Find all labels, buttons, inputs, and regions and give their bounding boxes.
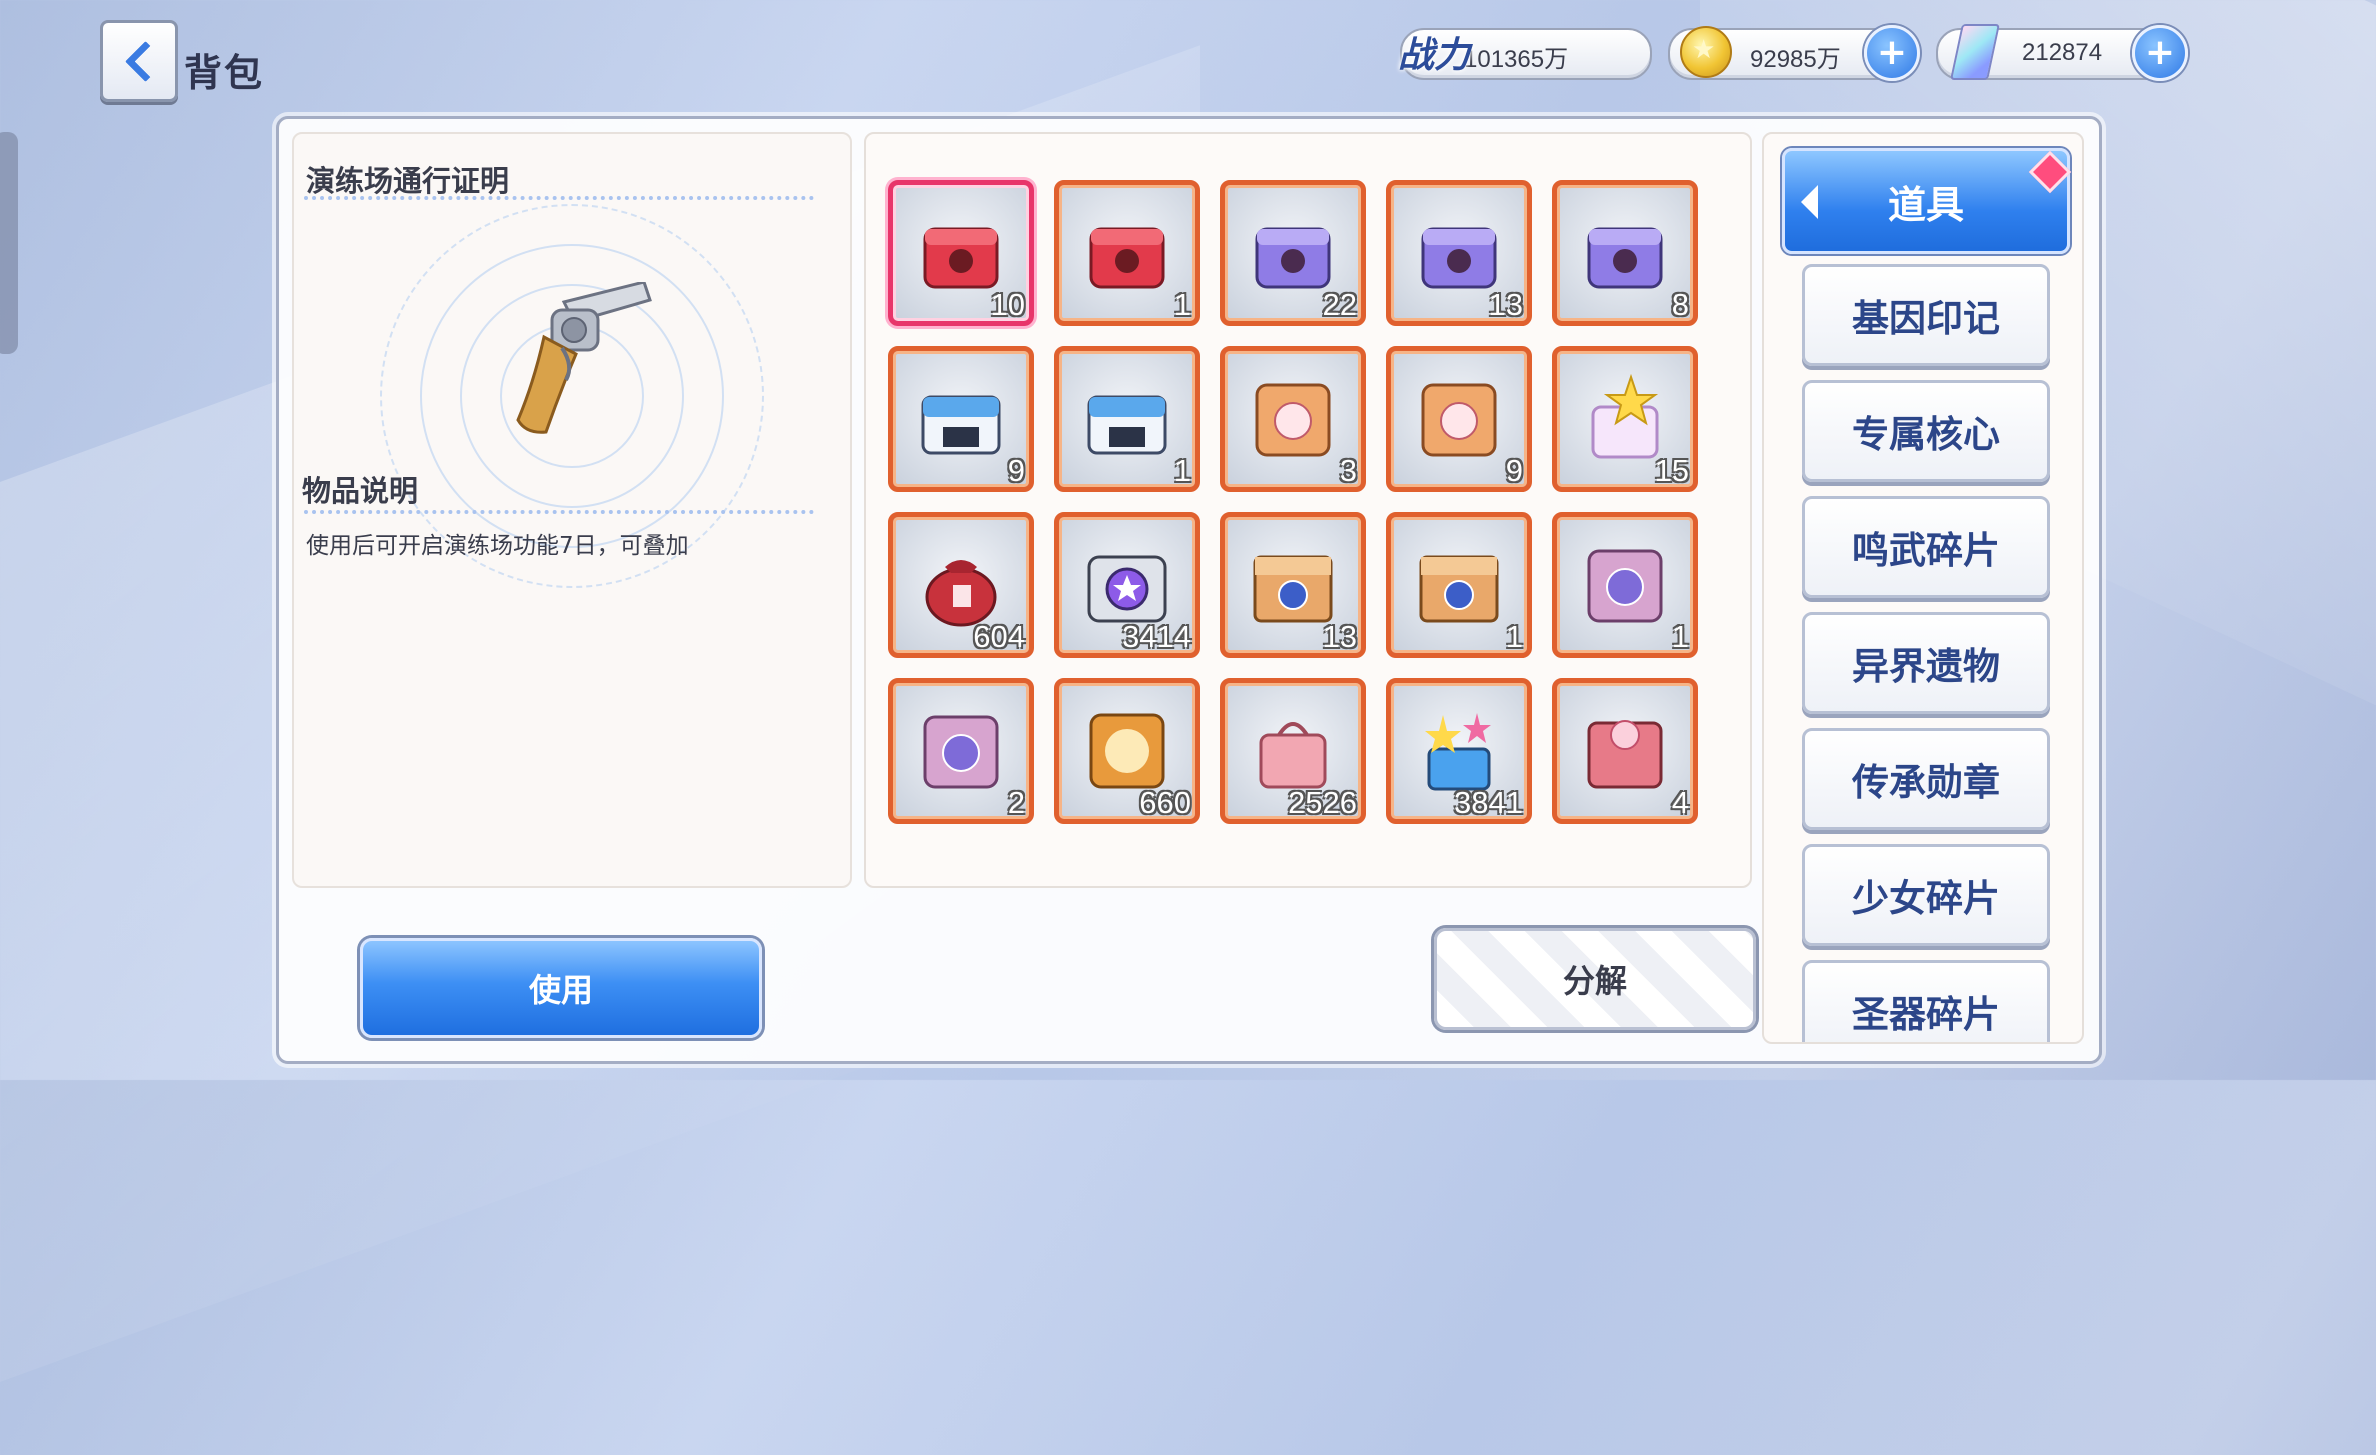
wood-crate-icon [1253, 555, 1333, 623]
item-slot[interactable]: 13 [1386, 180, 1532, 326]
blue-chest-icon [921, 395, 1001, 455]
power-value: 101365万 [1464, 46, 1569, 73]
gold-coin-icon: ★ [1680, 26, 1732, 78]
blue-chest-icon [1087, 395, 1167, 455]
purple-box-icon [1587, 227, 1663, 289]
item-count: 8 [1671, 287, 1689, 322]
category-sidebar: 道具 基因印记专属核心鸣武碎片异界遗物传承勋章少女碎片圣器碎片 [1762, 132, 2084, 1044]
item-count: 10 [990, 287, 1025, 322]
item-count: 1 [1173, 453, 1191, 488]
item-count: 660 [1139, 785, 1191, 820]
arrow-left-icon [1801, 185, 1818, 219]
category-tab[interactable]: 鸣武碎片 [1802, 496, 2050, 598]
item-count: 22 [1322, 287, 1357, 322]
item-count: 13 [1322, 619, 1357, 654]
decompose-button[interactable]: 分解 [1434, 928, 1756, 1030]
star-gift-icon [1591, 373, 1659, 459]
description-text: 使用后可开启演练场功能7日，可叠加 [306, 533, 689, 559]
flower-box-icon [1587, 720, 1663, 789]
side-drawer-tab[interactable] [0, 132, 18, 354]
category-tab[interactable]: 异界遗物 [1802, 612, 2050, 714]
item-count: 3 [1339, 453, 1357, 488]
pink-bag-icon [1259, 722, 1327, 789]
add-gold-button[interactable]: + [1864, 25, 1920, 81]
gem-value: 212874 [2022, 39, 2103, 66]
item-slot[interactable]: 9 [888, 346, 1034, 492]
add-gem-button[interactable]: + [2132, 25, 2188, 81]
item-detail-pane: 演练场通行证明 物品说明 使用后可开启演练场功能7日，可叠加 [292, 132, 852, 888]
item-count: 1 [1173, 287, 1191, 322]
item-slot[interactable]: 604 [888, 512, 1034, 658]
item-count: 2 [1007, 785, 1025, 820]
back-button[interactable] [100, 20, 178, 102]
item-count: 9 [1505, 453, 1523, 488]
item-slot[interactable]: 15 [1552, 346, 1698, 492]
item-slot[interactable]: 3 [1220, 346, 1366, 492]
item-count: 604 [973, 619, 1025, 654]
item-slot[interactable]: 1 [1054, 346, 1200, 492]
item-slot[interactable]: 1 [1552, 512, 1698, 658]
category-tab[interactable]: 传承勋章 [1802, 728, 2050, 830]
red-box-icon [1089, 227, 1165, 289]
item-slot[interactable]: 22 [1220, 180, 1366, 326]
item-slot[interactable]: 9 [1386, 346, 1532, 492]
item-count: 3841 [1454, 785, 1523, 820]
item-count: 2526 [1288, 785, 1357, 820]
item-count: 3414 [1122, 619, 1191, 654]
item-slot[interactable]: 2526 [1220, 678, 1366, 824]
category-tab[interactable]: 圣器碎片 [1802, 960, 2050, 1042]
category-tab[interactable]: 少女碎片 [1802, 844, 2050, 946]
item-count: 9 [1007, 453, 1025, 488]
notification-gem-icon [2028, 150, 2072, 194]
item-slot[interactable]: 4 [1552, 678, 1698, 824]
item-slot[interactable]: 1 [1054, 180, 1200, 326]
item-slot[interactable]: 2 [888, 678, 1034, 824]
purple-box-icon [1421, 227, 1497, 289]
item-slot[interactable]: 3841 [1386, 678, 1532, 824]
purple-cube-icon [1587, 549, 1663, 623]
item-slot[interactable]: 1 [1386, 512, 1532, 658]
use-button[interactable]: 使用 [360, 938, 762, 1038]
power-label: 战力 [1398, 35, 1471, 76]
divider [304, 510, 814, 514]
star-chest-icon [1087, 555, 1167, 623]
page-title: 背包 [184, 51, 265, 95]
red-box-icon [923, 227, 999, 289]
revolver-icon [516, 282, 652, 434]
item-count: 15 [1654, 453, 1689, 488]
wood-crate-icon [1419, 555, 1499, 623]
item-count: 1 [1505, 619, 1523, 654]
gold-cube-icon [1089, 713, 1165, 789]
item-slot[interactable]: 8 [1552, 180, 1698, 326]
party-box-icon [1425, 713, 1491, 791]
item-grid[interactable]: 2940215462041211012213891391560434141311… [864, 132, 1752, 888]
orange-cube-icon [1421, 383, 1497, 457]
item-slot[interactable]: 13 [1220, 512, 1366, 658]
gold-value: 92985万 [1750, 46, 1841, 73]
red-bag-icon [925, 560, 997, 627]
purple-box-icon [1255, 227, 1331, 289]
category-tab-active[interactable]: 道具 [1782, 148, 2072, 254]
category-active-label: 道具 [1887, 182, 1964, 227]
chevron-left-icon [124, 40, 166, 82]
item-count: 4 [1671, 785, 1689, 820]
item-slot[interactable]: 660 [1054, 678, 1200, 824]
purple-cube-icon [923, 715, 999, 789]
category-tab[interactable]: 专属核心 [1802, 380, 2050, 482]
description-heading: 物品说明 [302, 474, 419, 508]
item-count: 1 [1671, 619, 1689, 654]
orange-cube-icon [1255, 383, 1331, 457]
category-tab[interactable]: 基因印记 [1802, 264, 2050, 366]
item-count: 13 [1488, 287, 1523, 322]
item-slot-selected[interactable]: 10 [888, 180, 1034, 326]
item-slot[interactable]: 3414 [1054, 512, 1200, 658]
